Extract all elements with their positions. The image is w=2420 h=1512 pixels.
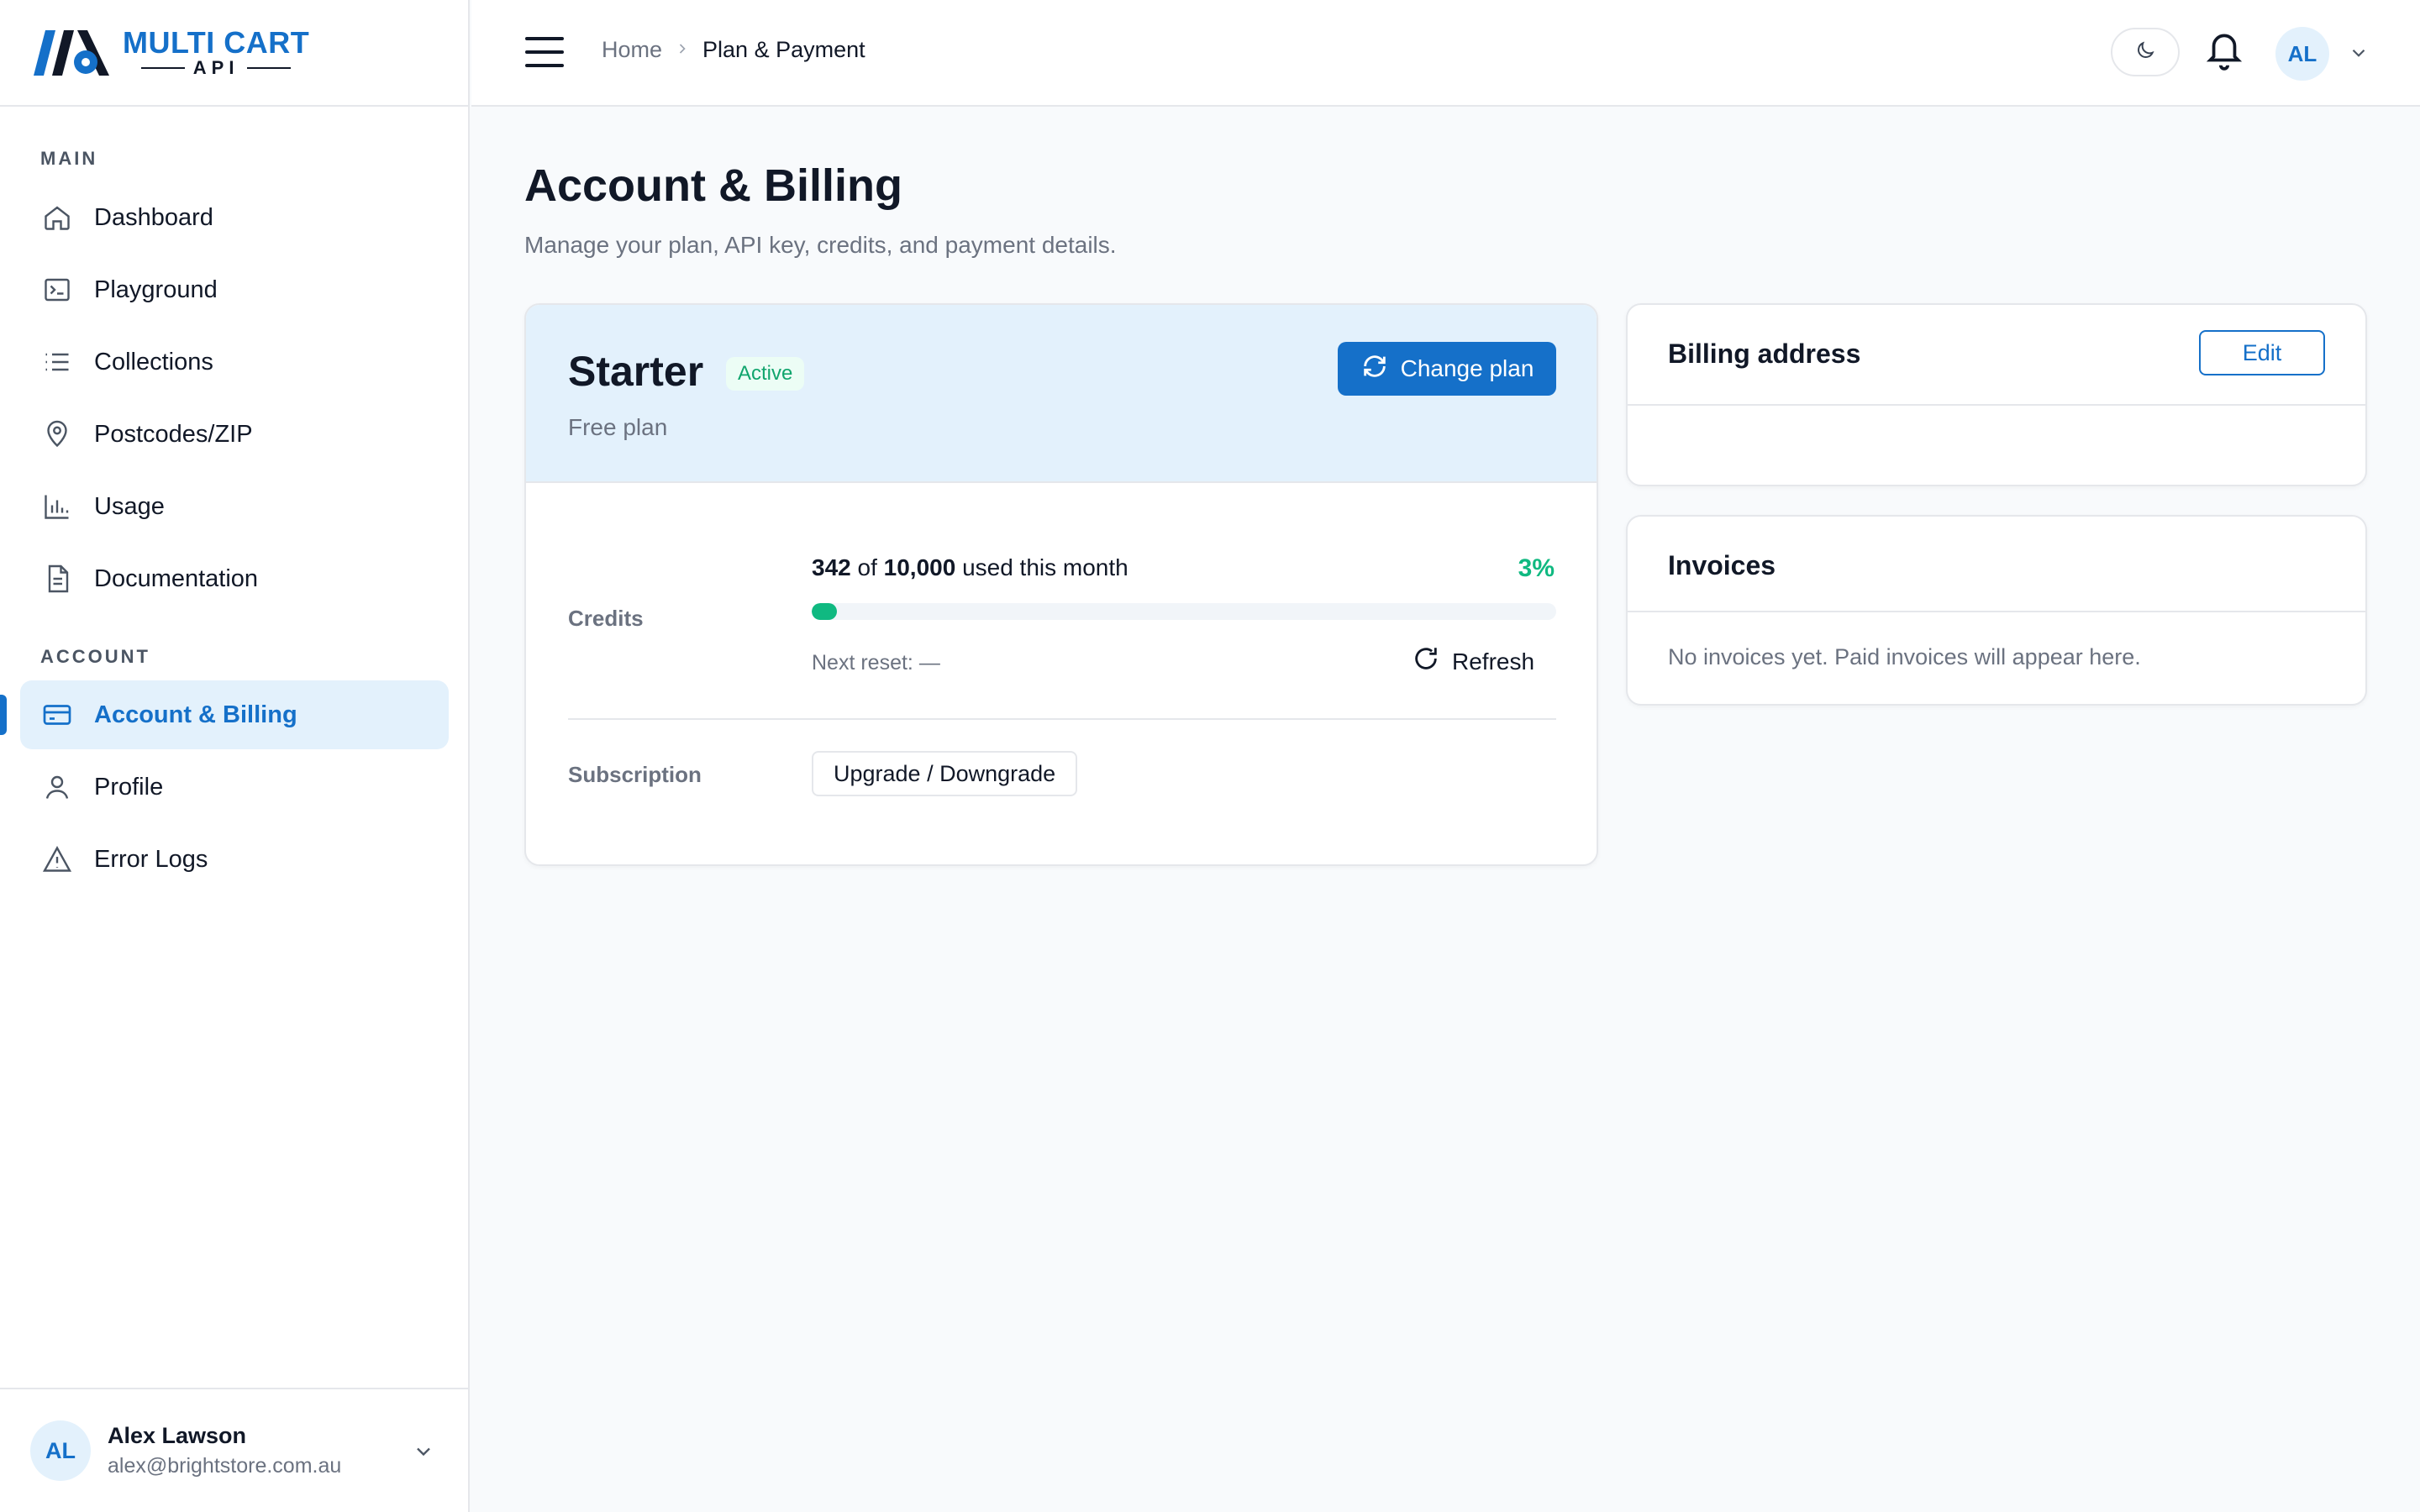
credits-of: of [857, 554, 877, 580]
credits-usage-text: 342 of 10,000 used this month [812, 554, 1128, 581]
refresh-label: Refresh [1452, 648, 1535, 675]
breadcrumb: Home Plan & Payment [602, 37, 865, 63]
bar-chart-icon [40, 490, 74, 523]
sidebar: MULTI CART API MAIN Dashboard Playground… [0, 0, 470, 1512]
plan-name: Starter [568, 348, 704, 395]
sidebar-item-postcodes[interactable]: Postcodes/ZIP [20, 400, 449, 469]
subscription-label: Subscription [568, 762, 702, 787]
list-icon [40, 345, 74, 379]
sidebar-item-collections[interactable]: Collections [20, 328, 449, 396]
sync-icon [1360, 352, 1389, 386]
chevron-right-icon [674, 37, 691, 63]
sidebar-item-playground[interactable]: Playground [20, 255, 449, 324]
map-pin-icon [40, 417, 74, 451]
sidebar-item-dashboard[interactable]: Dashboard [20, 183, 449, 252]
breadcrumb-home[interactable]: Home [602, 37, 662, 63]
logo-sub-text: API [192, 56, 239, 78]
credits-label: Credits [568, 606, 644, 631]
sidebar-item-account-billing[interactable]: Account & Billing [20, 680, 449, 749]
user-icon [40, 770, 74, 804]
change-plan-label: Change plan [1400, 355, 1534, 381]
user-name: Alex Lawson [108, 1423, 247, 1448]
invoices-card: Invoices No invoices yet. Paid invoices … [1626, 515, 2367, 706]
refresh-icon [1412, 644, 1440, 679]
sidebar-item-label: Usage [94, 492, 165, 520]
chevron-down-icon[interactable] [412, 1440, 435, 1467]
user-menu[interactable]: AL Alex Lawson alex@brightstore.com.au [0, 1388, 468, 1512]
bell-icon[interactable] [2203, 27, 2245, 72]
sidebar-item-label: Account & Billing [94, 701, 297, 728]
warning-icon [40, 843, 74, 876]
sidebar-item-label: Documentation [94, 564, 259, 592]
nav-section-account: ACCOUNT [40, 646, 150, 667]
sidebar-item-error-logs[interactable]: Error Logs [20, 825, 449, 894]
billing-title: Billing address [1668, 339, 1861, 369]
sidebar-item-label: Collections [94, 348, 213, 375]
sidebar-item-label: Playground [94, 276, 218, 303]
credits-progress-fill [812, 603, 838, 620]
credits-period: used this month [962, 554, 1128, 580]
credit-card-icon [40, 698, 74, 732]
sidebar-item-profile[interactable]: Profile [20, 753, 449, 822]
invoices-card-header: Invoices [1628, 517, 2365, 612]
billing-address-card: Billing address Edit [1626, 303, 2367, 486]
sidebar-item-documentation[interactable]: Documentation [20, 544, 449, 613]
plan-header: Starter Active Free plan Change plan [526, 305, 1597, 483]
breadcrumb-current: Plan & Payment [702, 37, 865, 62]
header-avatar[interactable]: AL [2275, 27, 2329, 81]
home-icon [40, 201, 74, 234]
credits-used: 342 [812, 554, 851, 580]
sidebar-item-label: Dashboard [94, 203, 213, 231]
theme-toggle-button[interactable] [2111, 28, 2180, 76]
upgrade-downgrade-button[interactable]: Upgrade / Downgrade [812, 751, 1078, 796]
sidebar-item-usage[interactable]: Usage [20, 472, 449, 541]
moon-icon [2134, 39, 2156, 66]
plan-card: Starter Active Free plan Change plan Cre… [524, 303, 1598, 866]
credits-percent: 3% [1518, 554, 1555, 582]
chevron-down-icon[interactable] [2348, 42, 2370, 68]
logo[interactable]: MULTI CART API [0, 0, 468, 107]
document-icon [40, 562, 74, 596]
plan-description: Free plan [568, 414, 668, 440]
invoices-empty-text: No invoices yet. Paid invoices will appe… [1668, 644, 2141, 669]
sidebar-item-label: Profile [94, 773, 164, 801]
avatar: AL [30, 1420, 91, 1481]
credits-total: 10,000 [883, 554, 956, 580]
billing-card-header: Billing address Edit [1628, 305, 2365, 406]
terminal-icon [40, 273, 74, 307]
logo-mark-icon [34, 29, 109, 76]
logo-subtitle: API [140, 56, 292, 78]
logo-title: MULTI CART [123, 24, 310, 60]
page-title: Account & Billing [524, 160, 902, 211]
logo-text: MULTI CART API [123, 24, 310, 78]
next-reset-text: Next reset: — [812, 651, 940, 675]
status-badge: Active [726, 357, 805, 391]
page-subtitle: Manage your plan, API key, credits, and … [524, 232, 1117, 258]
edit-billing-button[interactable]: Edit [2199, 330, 2325, 375]
invoices-title: Invoices [1668, 550, 1776, 580]
active-indicator [0, 695, 7, 735]
topbar: Home Plan & Payment AL [471, 0, 2420, 107]
sidebar-item-label: Postcodes/ZIP [94, 420, 253, 448]
divider [568, 718, 1556, 720]
refresh-button[interactable]: Refresh [1412, 644, 1534, 679]
credits-progress-bar [812, 603, 1556, 620]
nav-section-main: MAIN [40, 148, 98, 169]
user-email: alex@brightstore.com.au [108, 1454, 342, 1478]
change-plan-button[interactable]: Change plan [1338, 342, 1556, 396]
menu-toggle-icon[interactable] [525, 37, 564, 67]
sidebar-item-label: Error Logs [94, 845, 208, 873]
